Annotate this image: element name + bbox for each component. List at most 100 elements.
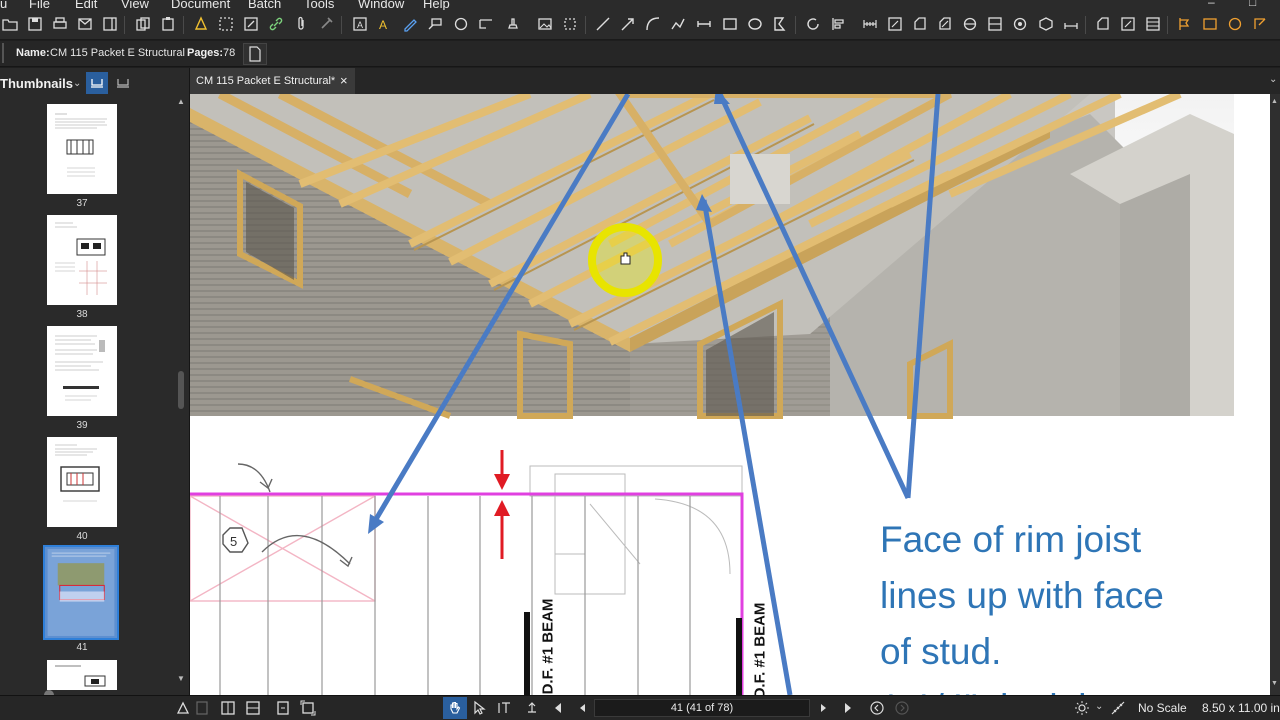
paste-icon[interactable] [160, 16, 176, 32]
chevron-down-icon[interactable]: ⌄ [73, 78, 81, 89]
arrow-icon[interactable] [620, 16, 636, 32]
overlay-icon[interactable] [1202, 16, 1218, 32]
thumbnail-page-37[interactable] [47, 104, 117, 194]
menu-batch[interactable]: Batch [248, 0, 281, 10]
chevron-down-icon[interactable]: ⌄ [1095, 701, 1103, 712]
prev-page-icon[interactable] [574, 700, 590, 716]
document-scrollbar[interactable]: ▲ ▼ [1270, 94, 1280, 695]
thumbnail-page-40[interactable] [47, 437, 117, 527]
layer-icon[interactable] [1120, 16, 1136, 32]
rotate-icon[interactable] [805, 16, 821, 32]
restore-button[interactable]: □ [1249, 0, 1256, 9]
scale-tool-icon[interactable] [1063, 16, 1079, 32]
menu-help[interactable]: Help [423, 0, 450, 10]
last-page-icon[interactable] [841, 700, 857, 716]
copy-icon[interactable] [135, 16, 151, 32]
fit-page-icon[interactable] [300, 700, 316, 716]
scroll-up-icon[interactable]: ▲ [177, 97, 185, 106]
settings-sun-icon[interactable] [1074, 700, 1090, 716]
table-icon[interactable] [1145, 16, 1161, 32]
hand-tool-button[interactable] [443, 697, 467, 719]
thumbnail-page-38[interactable] [47, 215, 117, 305]
menu-edit[interactable]: Edit [75, 0, 97, 10]
thumbnail-page-39[interactable] [47, 326, 117, 416]
cutout-icon[interactable] [1095, 16, 1111, 32]
measure-icon[interactable] [478, 16, 494, 32]
stamp-tool-icon[interactable] [505, 16, 521, 32]
menu-file[interactable]: File [29, 0, 50, 10]
stamp-icon[interactable] [318, 16, 334, 32]
thumbnail-view-button[interactable] [86, 72, 108, 94]
arc-icon[interactable] [645, 16, 661, 32]
sets-icon[interactable] [1252, 16, 1268, 32]
zoom-tool-icon[interactable] [524, 700, 540, 716]
minimize-button[interactable]: – [1208, 0, 1215, 9]
polyline-icon[interactable] [670, 16, 686, 32]
menu-document[interactable]: Document [171, 0, 230, 10]
menu-file-partial[interactable]: u [0, 0, 7, 10]
menu-window[interactable]: Window [358, 0, 404, 10]
callout-tool-icon[interactable] [427, 16, 443, 32]
3d-icon[interactable] [1038, 16, 1054, 32]
close-icon[interactable]: × [340, 73, 348, 88]
navigation-triangle-icon[interactable] [175, 700, 191, 716]
page-number-field[interactable]: 41 (41 of 78) [594, 699, 810, 717]
typewriter-icon[interactable]: A [377, 16, 393, 32]
rectangle-icon[interactable] [722, 16, 738, 32]
crop-icon[interactable] [562, 16, 578, 32]
save-icon[interactable] [27, 16, 43, 32]
grip-handle[interactable] [2, 43, 4, 63]
link-icon[interactable] [268, 16, 284, 32]
single-page-icon[interactable] [194, 700, 210, 716]
volume-icon[interactable] [987, 16, 1003, 32]
pen-icon[interactable] [402, 16, 418, 32]
distance-icon[interactable] [862, 16, 878, 32]
snapshot-icon[interactable] [243, 16, 259, 32]
tab-list-chevron-icon[interactable]: ⌄ [1269, 74, 1277, 85]
document-tab[interactable]: CM 115 Packet E Structural* × [190, 68, 355, 94]
compare-icon[interactable] [1177, 16, 1193, 32]
document-view[interactable]: D.F. #1 BEAM D.F. #1 BEAM 5 Face of rim … [190, 94, 1280, 695]
email-icon[interactable] [77, 16, 93, 32]
polygon-icon[interactable] [772, 16, 788, 32]
first-page-icon[interactable] [549, 700, 565, 716]
scale-icon[interactable] [1110, 700, 1126, 716]
highlight-icon[interactable] [193, 16, 209, 32]
split-vertical-icon[interactable] [220, 700, 236, 716]
menu-tools[interactable]: Tools [304, 0, 334, 10]
forward-icon[interactable] [894, 700, 910, 716]
panel-icon[interactable] [102, 16, 118, 32]
line-icon[interactable] [595, 16, 611, 32]
dimension-icon[interactable] [696, 16, 712, 32]
sync-icon[interactable] [1227, 16, 1243, 32]
sync-view-icon[interactable] [275, 700, 291, 716]
align-icon[interactable] [831, 16, 847, 32]
back-icon[interactable] [869, 700, 885, 716]
scroll-down-icon[interactable]: ▼ [177, 674, 185, 683]
perimeter-icon[interactable] [912, 16, 928, 32]
ellipse-icon[interactable] [747, 16, 763, 32]
print-icon[interactable] [52, 16, 68, 32]
scroll-up-icon[interactable]: ▲ [1271, 98, 1278, 105]
thumbnails-scrollbar[interactable]: ▲ ▼ [175, 96, 187, 686]
text-select-icon[interactable] [496, 700, 512, 716]
text-box-icon[interactable]: A [352, 16, 368, 32]
cloud-icon[interactable] [453, 16, 469, 32]
scroll-down-icon[interactable]: ▼ [1271, 680, 1278, 687]
scale-label[interactable]: No Scale [1138, 701, 1187, 715]
count-icon[interactable] [1012, 16, 1028, 32]
attach-icon[interactable] [293, 16, 309, 32]
thumbnail-page-42[interactable] [47, 660, 117, 690]
split-horizontal-icon[interactable] [245, 700, 261, 716]
thumbnail-options-button[interactable] [113, 72, 133, 94]
menu-view[interactable]: View [121, 0, 149, 10]
open-icon[interactable] [2, 16, 18, 32]
angle-icon[interactable] [937, 16, 953, 32]
image-icon[interactable] [537, 16, 553, 32]
next-page-icon[interactable] [816, 700, 832, 716]
radius-icon[interactable] [962, 16, 978, 32]
page-setup-button[interactable] [243, 43, 267, 65]
select-area-icon[interactable] [218, 16, 234, 32]
select-icon[interactable] [471, 700, 487, 716]
thumbnail-page-41-selected[interactable] [43, 545, 119, 640]
